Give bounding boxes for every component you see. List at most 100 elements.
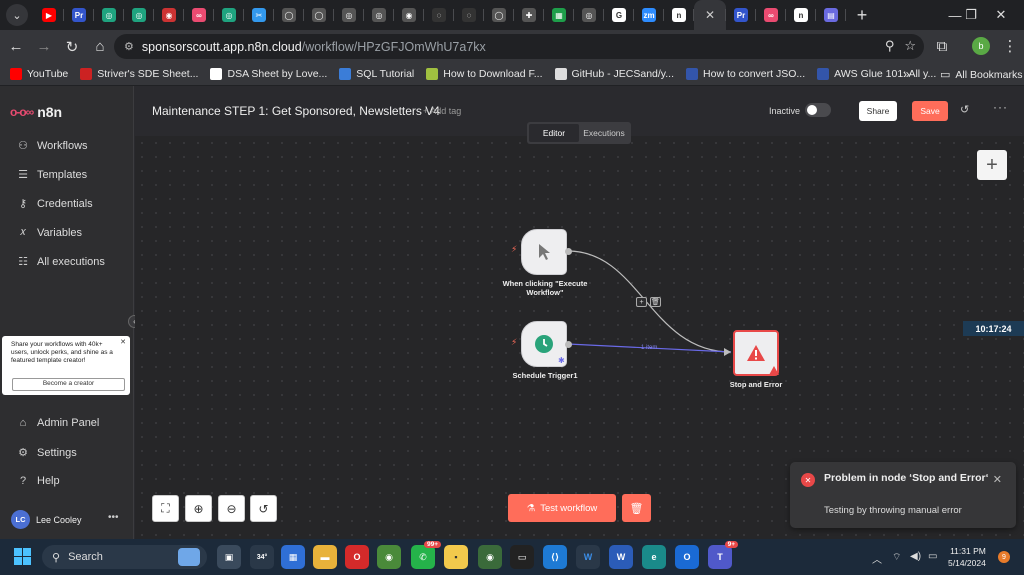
bookmark-item[interactable]: How to convert JSO... xyxy=(680,68,811,80)
wifi-icon[interactable]: ⌔ xyxy=(892,551,901,564)
address-bar[interactable]: ⚙ sponsorscoutt.app.n8n.cloud/workflow/H… xyxy=(114,34,924,59)
browser-tab[interactable]: ◯ xyxy=(304,0,334,30)
browser-tab[interactable]: ◌ xyxy=(454,0,484,30)
terminal-icon[interactable]: ▭ xyxy=(510,545,534,569)
bookmark-item[interactable]: AWS Glue 101: All y... xyxy=(811,68,942,80)
opera-icon[interactable]: O xyxy=(345,545,369,569)
bookmark-item[interactable]: GitHub - JECSand/y... xyxy=(549,68,681,80)
browser-tab[interactable]: ✚ xyxy=(514,0,544,30)
n8n-logo[interactable]: o-o∞ n8n xyxy=(10,104,62,120)
history-icon[interactable]: ↺ xyxy=(960,103,969,116)
add-tag-button[interactable]: + Add tag xyxy=(423,106,461,116)
node-manual-trigger[interactable] xyxy=(521,229,567,275)
output-handle[interactable] xyxy=(565,341,572,348)
browser-tab[interactable]: n xyxy=(786,0,816,30)
taskbar-search[interactable]: ⚲ Search xyxy=(42,545,207,569)
browser-tab[interactable]: ◎ xyxy=(574,0,604,30)
vscode-icon[interactable]: ⟨⟩ xyxy=(543,545,567,569)
sidebar-item-all-executions[interactable]: ☷ All executions xyxy=(17,255,105,269)
task-view-icon[interactable]: ▣ xyxy=(217,545,241,569)
avatar[interactable]: LC xyxy=(11,510,30,529)
all-bookmarks[interactable]: ▭ All Bookmarks xyxy=(934,68,1024,82)
bookmark-item[interactable]: SQL Tutorial xyxy=(333,68,420,80)
browser-tab[interactable]: Pr xyxy=(726,0,756,30)
volume-icon[interactable]: ◀) xyxy=(910,551,921,562)
tab-search-button[interactable]: ⌄ xyxy=(6,4,28,26)
back-button[interactable]: ← xyxy=(2,33,30,61)
bookmark-item[interactable]: Striver's SDE Sheet... xyxy=(74,68,204,80)
browser-tab[interactable]: ▶ xyxy=(34,0,64,30)
sidebar-item-workflows[interactable]: ⚇ Workflows xyxy=(17,139,87,153)
output-handle[interactable] xyxy=(565,248,572,255)
share-button[interactable]: Share xyxy=(859,101,897,121)
browser-tab[interactable]: ∞ xyxy=(756,0,786,30)
close-tab-icon[interactable]: ✕ xyxy=(705,8,715,22)
browser-tab[interactable]: ◎ xyxy=(334,0,364,30)
sidebar-item-templates[interactable]: ☰ Templates xyxy=(17,168,87,182)
battery-icon[interactable]: ▭ xyxy=(928,551,937,562)
browser-tab[interactable]: ▤ xyxy=(816,0,846,30)
browser-tab[interactable]: ▦ xyxy=(544,0,574,30)
browser-tab[interactable]: ◌ xyxy=(424,0,454,30)
weather-icon[interactable]: 34° xyxy=(250,545,274,569)
browser-tab[interactable]: ◯ xyxy=(274,0,304,30)
chrome-icon[interactable]: ◉ xyxy=(377,545,401,569)
fit-view-button[interactable]: ⛶ xyxy=(152,495,179,522)
browser-tab[interactable]: zm xyxy=(634,0,664,30)
edge-icon[interactable]: e xyxy=(642,545,666,569)
sidebar-item-admin-panel[interactable]: ⌂ Admin Panel xyxy=(17,417,100,429)
active-tab[interactable]: ✕ xyxy=(694,0,726,30)
workflow-name[interactable]: Maintenance STEP 1: Get Sponsored, Newsl… xyxy=(152,104,440,118)
browser-tab[interactable]: ◉ xyxy=(154,0,184,30)
browser-tab[interactable]: ◯ xyxy=(484,0,514,30)
zoom-out-button[interactable]: ⊖ xyxy=(218,495,245,522)
become-creator-button[interactable]: Become a creator xyxy=(12,378,125,391)
sticky-notes-icon[interactable]: ▪ xyxy=(444,545,468,569)
notification-badge[interactable]: 9 xyxy=(998,551,1010,563)
profile-avatar[interactable]: b xyxy=(972,37,990,55)
browser-tab[interactable]: ◎ xyxy=(94,0,124,30)
extensions-icon[interactable]: ⧉ xyxy=(928,32,956,60)
node-stop-and-error[interactable] xyxy=(733,330,779,376)
store-icon[interactable]: ▦ xyxy=(281,545,305,569)
tab-editor[interactable]: Editor xyxy=(529,124,579,142)
browser-menu-icon[interactable]: ⋮ xyxy=(996,32,1024,60)
forward-button[interactable]: → xyxy=(30,33,58,61)
close-icon[interactable]: ✕ xyxy=(993,473,1002,486)
browser-tab[interactable]: ◎ xyxy=(364,0,394,30)
close-window-button[interactable]: ✕ xyxy=(978,0,1024,30)
sidebar-item-settings[interactable]: ⚙ Settings xyxy=(17,446,77,460)
file-explorer-icon[interactable]: ▬ xyxy=(313,545,337,569)
chrome-profile-icon[interactable]: ◉ xyxy=(478,545,502,569)
sidebar-item-help[interactable]: ? Help xyxy=(17,475,60,487)
zoom-icon[interactable]: ⚲ xyxy=(885,38,895,54)
bookmark-star-icon[interactable]: ☆ xyxy=(904,38,916,54)
whatsapp-icon[interactable]: ✆ 99+ xyxy=(411,541,441,569)
add-node-button[interactable]: + xyxy=(977,150,1007,180)
bookmark-item[interactable]: DSA Sheet by Love... xyxy=(204,68,333,80)
browser-tab[interactable]: ✂ xyxy=(244,0,274,30)
reset-zoom-button[interactable]: ↺ xyxy=(250,495,277,522)
save-button[interactable]: Save xyxy=(912,101,948,121)
reload-button[interactable]: ↻ xyxy=(58,33,86,61)
tab-executions[interactable]: Executions xyxy=(579,124,629,142)
more-options-icon[interactable]: ··· xyxy=(993,100,1008,114)
sidebar-item-credentials[interactable]: ⚷ Credentials xyxy=(17,197,93,211)
bookmark-item[interactable]: YouTube xyxy=(4,68,74,80)
browser-tab[interactable]: ◉ xyxy=(394,0,424,30)
active-toggle[interactable] xyxy=(805,103,831,117)
test-workflow-button[interactable]: ⚗ Test workflow xyxy=(508,494,616,522)
bookmark-item[interactable]: How to Download F... xyxy=(420,68,548,80)
new-tab-button[interactable]: + xyxy=(850,3,874,27)
close-icon[interactable]: ✕ xyxy=(120,339,126,348)
app-w-icon[interactable]: W xyxy=(576,545,600,569)
browser-tab[interactable]: ◎ xyxy=(124,0,154,30)
delete-execution-button[interactable]: 🗑 xyxy=(622,494,651,522)
delete-connection-icon[interactable]: 🗑 xyxy=(650,297,661,307)
user-menu-button[interactable]: ••• xyxy=(108,512,119,523)
word-icon[interactable]: W xyxy=(609,545,633,569)
sidebar-item-variables[interactable]: 𝑥 Variables xyxy=(17,226,82,239)
browser-tab[interactable]: G xyxy=(604,0,634,30)
zoom-in-button[interactable]: ⊕ xyxy=(185,495,212,522)
browser-tab[interactable]: ∞ xyxy=(184,0,214,30)
